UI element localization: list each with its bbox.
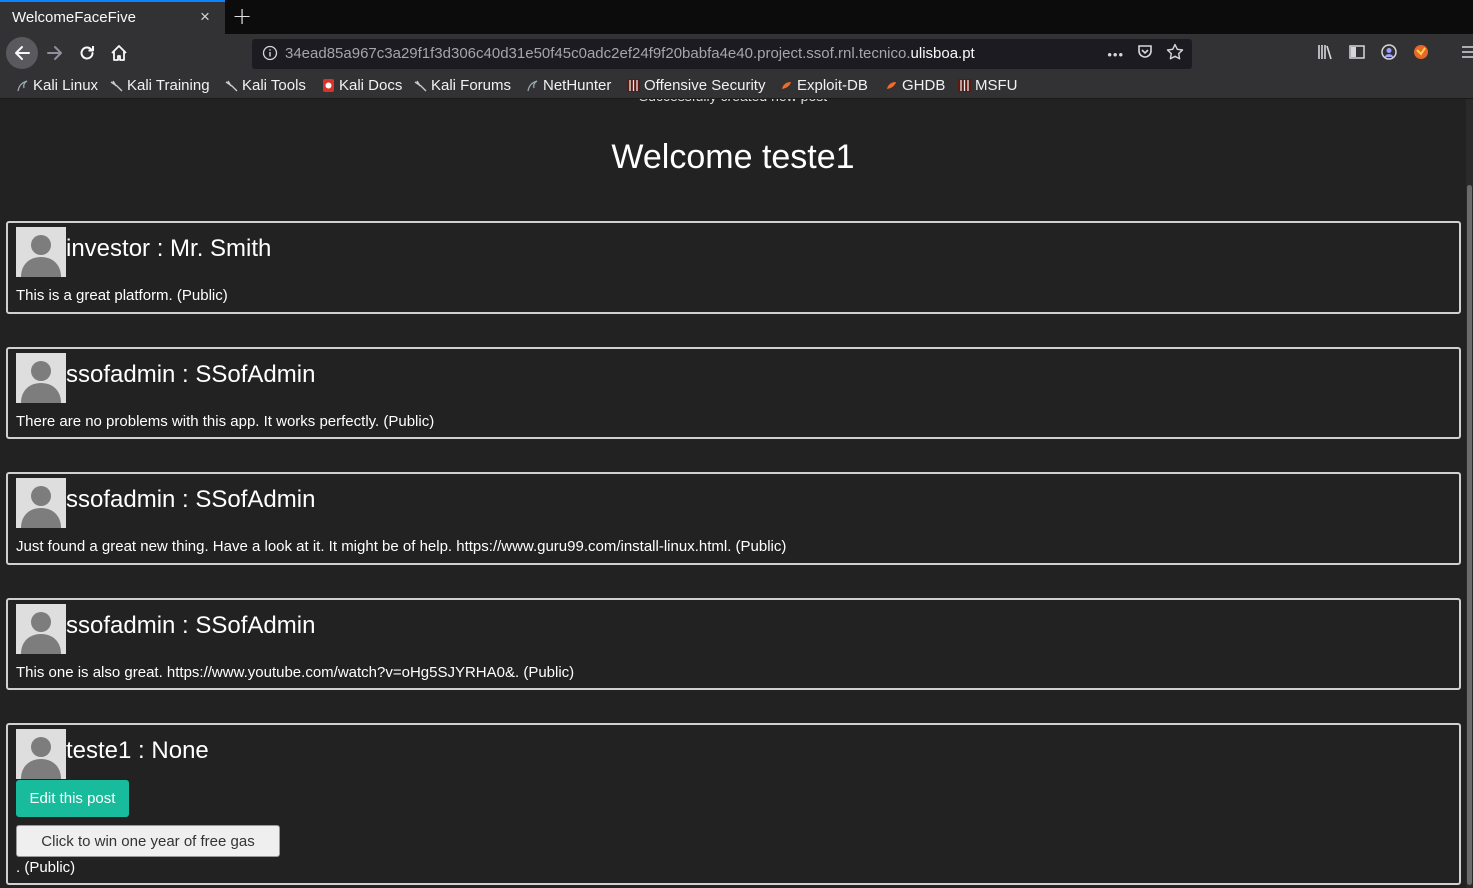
avatar bbox=[16, 353, 66, 403]
post-card: investor : Mr. Smith This is a great pla… bbox=[6, 221, 1461, 314]
home-icon bbox=[111, 45, 127, 61]
bookmark-kali-docs[interactable]: Kali Docs bbox=[322, 77, 402, 94]
browser-tab[interactable]: WelcomeFaceFive × bbox=[0, 0, 225, 34]
bookmark-label: Offensive Security bbox=[644, 77, 766, 94]
bookmark-label: Kali Forums bbox=[431, 77, 512, 94]
offsec-icon bbox=[958, 79, 971, 92]
bookmark-kali-linux[interactable]: Kali Linux bbox=[16, 77, 98, 94]
post-content: Just found a great new thing. Have a loo… bbox=[16, 538, 787, 555]
reload-button[interactable] bbox=[72, 38, 102, 68]
bookmark-kali-training[interactable]: Kali Training bbox=[110, 77, 210, 94]
avatar bbox=[16, 729, 66, 779]
post-author: ssofadmin : SSofAdmin bbox=[66, 612, 316, 639]
kali-dragon-icon bbox=[16, 79, 29, 92]
bookmark-label: Exploit-DB bbox=[797, 77, 868, 94]
forward-arrow-icon bbox=[47, 46, 62, 60]
page-actions-icon[interactable]: ••• bbox=[1107, 47, 1124, 62]
bookmark-label: NetHunter bbox=[543, 77, 612, 94]
post-author: ssofadmin : SSofAdmin bbox=[66, 486, 316, 513]
post-card: ssofadmin : SSofAdmin There are no probl… bbox=[6, 347, 1461, 439]
user-silhouette-icon bbox=[21, 235, 61, 277]
menu-icon[interactable] bbox=[1460, 44, 1473, 65]
post-content: This is a great platform. (Public) bbox=[16, 287, 228, 304]
kali-dragon-icon bbox=[526, 79, 539, 92]
post-content: This one is also great. https://www.yout… bbox=[16, 664, 575, 681]
scrollbar-thumb[interactable] bbox=[1467, 185, 1472, 885]
forward-button[interactable] bbox=[40, 38, 70, 68]
kali-dragon-icon bbox=[414, 79, 427, 92]
avatar bbox=[16, 227, 66, 277]
bookmark-offensive-security[interactable]: Offensive Security bbox=[627, 77, 765, 94]
back-arrow-icon bbox=[15, 46, 30, 60]
back-button[interactable] bbox=[6, 37, 38, 69]
bookmark-label: MSFU bbox=[975, 77, 1018, 94]
site-info-icon[interactable] bbox=[262, 45, 278, 66]
bookmark-kali-forums[interactable]: Kali Forums bbox=[414, 77, 511, 94]
user-silhouette-icon bbox=[21, 612, 61, 654]
exploitdb-icon bbox=[780, 79, 793, 92]
account-icon[interactable] bbox=[1380, 43, 1398, 66]
navigation-toolbar: 34ead85a967c3a29f1f3d306c40d31e50f45c0ad… bbox=[0, 34, 1473, 74]
bookmarks-toolbar: Kali Linux Kali Training Kali Tools Kali… bbox=[0, 74, 1473, 99]
bookmark-kali-tools[interactable]: Kali Tools bbox=[225, 77, 306, 94]
bookmark-msfu[interactable]: MSFU bbox=[958, 77, 1018, 94]
offsec-icon bbox=[627, 79, 640, 92]
exploitdb-icon bbox=[885, 79, 898, 92]
avatar bbox=[16, 604, 66, 654]
bookmark-nethunter[interactable]: NetHunter bbox=[526, 77, 611, 94]
close-tab-icon[interactable]: × bbox=[200, 7, 210, 27]
page-title: Welcome teste1 bbox=[611, 138, 855, 176]
tab-title: WelcomeFaceFive bbox=[12, 9, 136, 26]
post-content: There are no problems with this app. It … bbox=[16, 413, 435, 430]
user-silhouette-icon bbox=[21, 486, 61, 528]
home-button[interactable] bbox=[104, 38, 134, 68]
post-author: investor : Mr. Smith bbox=[66, 235, 272, 262]
avatar bbox=[16, 478, 66, 528]
bookmark-label: Kali Linux bbox=[33, 77, 99, 94]
free-gas-button[interactable]: Click to win one year of free gas bbox=[16, 825, 280, 857]
user-silhouette-icon bbox=[21, 737, 61, 779]
bookmark-label: Kali Training bbox=[127, 77, 210, 94]
bookmark-exploit-db[interactable]: Exploit-DB bbox=[780, 77, 868, 94]
new-tab-icon[interactable]: + bbox=[232, 2, 252, 30]
reload-icon bbox=[80, 46, 94, 60]
sidebar-icon[interactable] bbox=[1348, 43, 1366, 66]
kali-dragon-icon bbox=[225, 79, 238, 92]
url-text[interactable]: 34ead85a967c3a29f1f3d306c40d31e50f45c0ad… bbox=[285, 45, 975, 62]
bookmark-star-icon[interactable] bbox=[1166, 43, 1184, 66]
url-host: ulisboa.pt bbox=[910, 45, 975, 62]
bookmark-label: Kali Docs bbox=[339, 77, 403, 94]
library-icon[interactable] bbox=[1316, 43, 1334, 66]
post-author: teste1 : None bbox=[66, 737, 209, 764]
address-bar[interactable]: 34ead85a967c3a29f1f3d306c40d31e50f45c0ad… bbox=[252, 39, 1192, 69]
pocket-icon[interactable] bbox=[1136, 43, 1154, 66]
bookmark-label: Kali Tools bbox=[242, 77, 306, 94]
post-author: ssofadmin : SSofAdmin bbox=[66, 361, 316, 388]
bookmark-ghdb[interactable]: GHDB bbox=[885, 77, 945, 94]
user-silhouette-icon bbox=[21, 361, 61, 403]
post-card: ssofadmin : SSofAdmin Just found a great… bbox=[6, 472, 1461, 565]
post-card: ssofadmin : SSofAdmin This one is also g… bbox=[6, 598, 1461, 690]
post-card-own: teste1 : None Edit this post Click to wi… bbox=[6, 723, 1461, 885]
edit-post-button[interactable]: Edit this post bbox=[16, 780, 129, 817]
url-path: 34ead85a967c3a29f1f3d306c40d31e50f45c0ad… bbox=[285, 45, 911, 62]
extension-icon[interactable] bbox=[1412, 43, 1430, 66]
kali-dragon-icon bbox=[110, 79, 123, 92]
kali-docs-icon bbox=[322, 79, 335, 92]
bookmark-label: GHDB bbox=[902, 77, 946, 94]
tab-bar: WelcomeFaceFive × + bbox=[0, 0, 1473, 34]
post-content: . (Public) bbox=[16, 859, 76, 876]
